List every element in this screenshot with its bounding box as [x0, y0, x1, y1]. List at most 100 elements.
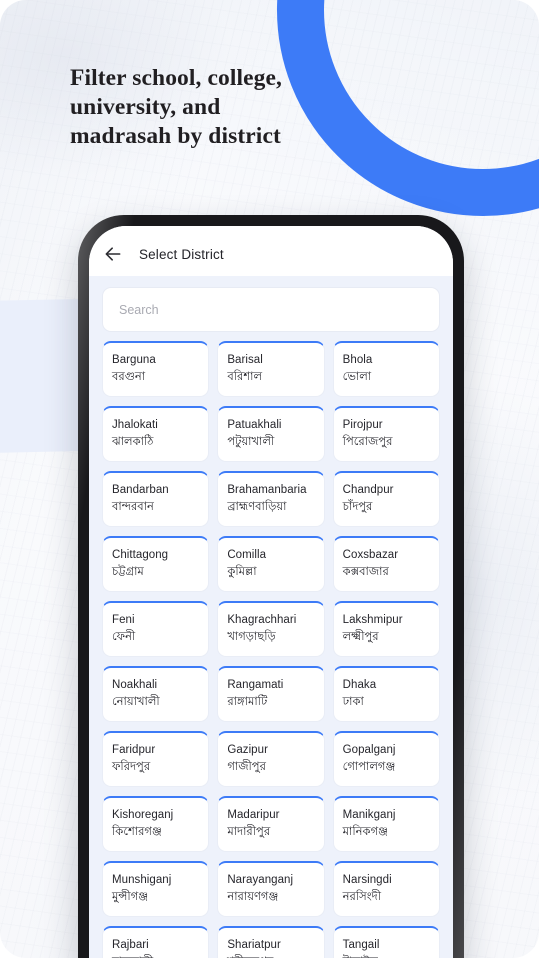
district-name-bn: ভোলা	[342, 371, 372, 383]
promo-poster: Filter school, college, university, and …	[0, 0, 539, 958]
district-card[interactable]: Gazipur গাজীপুর	[217, 731, 325, 787]
district-name-bn: পটুয়াখালী	[227, 436, 275, 448]
district-card[interactable]: Coxsbazar কক্সবাজার	[332, 536, 440, 592]
app-bar: Select District	[89, 226, 453, 276]
district-card[interactable]: Faridpur ফরিদপুর	[102, 731, 210, 787]
district-name-bn: ফরিদপুর	[112, 761, 151, 773]
district-name-en: Barguna	[112, 354, 156, 366]
district-name-bn: টাঙ্গাইল	[343, 953, 430, 958]
district-name-bn: কুমিল্লা	[227, 566, 257, 578]
district-name-en: Narayanganj	[227, 874, 294, 886]
district-card[interactable]: Jhalokati ঝালকাঠি	[102, 406, 210, 462]
district-card[interactable]: Tangail টাঙ্গাইল	[332, 926, 440, 958]
district-name-bn: ব্রাহ্মণবাড়িয়া	[227, 501, 287, 513]
district-card[interactable]: Gopalganj গোপালগঞ্জ	[332, 731, 440, 787]
district-name-en: Madaripur	[227, 809, 280, 821]
district-name-bn: লক্ষ্মীপুর	[342, 631, 379, 643]
district-name-en: Chittagong	[112, 549, 169, 561]
district-card[interactable]: Bhola ভোলা	[332, 341, 440, 397]
district-name-bn: চাঁদপুর	[342, 501, 373, 513]
district-name-en: Jhalokati	[112, 419, 158, 431]
district-name-bn: শরীয়তপুর	[227, 953, 314, 958]
district-name-en: Tangail	[342, 939, 380, 951]
district-name-bn: নোয়াখালী	[112, 696, 160, 708]
district-name-en: Narsingdi	[342, 874, 392, 886]
district-name-en: Rangamati	[227, 679, 284, 691]
district-name-bn: গাজীপুর	[227, 761, 266, 773]
district-card[interactable]: Comilla কুমিল্লা	[217, 536, 325, 592]
district-name-en: Lakshmipur	[342, 614, 403, 626]
district-card[interactable]: Bandarban বান্দরবান	[102, 471, 210, 527]
district-name-bn: খাগড়াছড়ি	[227, 631, 276, 643]
district-card[interactable]: Rajbari রাজবাড়ী	[102, 926, 210, 958]
district-name-bn: পিরোজপুর	[342, 436, 393, 448]
district-card[interactable]: Pirojpur পিরোজপুর	[332, 406, 440, 462]
district-name-en: Coxsbazar	[342, 549, 399, 561]
district-card[interactable]: Munshiganj মুন্সীগঞ্জ	[102, 861, 210, 917]
district-name-bn: গোপালগঞ্জ	[342, 761, 396, 773]
district-card[interactable]: Barguna বরগুনা	[102, 341, 210, 397]
district-name-en: Gazipur	[227, 744, 268, 756]
district-name-bn: নরসিংদী	[342, 891, 382, 903]
district-name-en: Patuakhali	[227, 419, 282, 431]
district-name-en: Khagrachhari	[227, 614, 297, 626]
district-name-bn: মাদারীপুর	[227, 826, 271, 838]
district-name-en: Kishoreganj	[112, 809, 174, 821]
district-name-en: Munshiganj	[112, 874, 172, 886]
district-name-en: Shariatpur	[227, 939, 281, 951]
district-name-bn: রাঙ্গামাটি	[227, 696, 268, 708]
district-name-en: Dhaka	[342, 679, 377, 691]
district-card[interactable]: Patuakhali পটুয়াখালী	[217, 406, 325, 462]
district-card[interactable]: Chandpur চাঁদপুর	[332, 471, 440, 527]
district-name-bn: মানিকগঞ্জ	[342, 826, 388, 838]
page-title: Filter school, college, university, and …	[70, 65, 282, 149]
district-name-en: Bandarban	[112, 484, 169, 496]
district-card[interactable]: Narayanganj নারায়ণগঞ্জ	[217, 861, 325, 917]
district-name-en: Gopalganj	[342, 744, 396, 756]
phone-mockup: Select District Barguna বরগুনা Barisal বরিশ…	[78, 215, 464, 958]
phone-screen: Select District Barguna বরগুনা Barisal বরিশ…	[89, 226, 453, 958]
district-card[interactable]: Barisal বরিশাল	[217, 341, 325, 397]
district-card[interactable]: Kishoreganj কিশোরগঞ্জ	[102, 796, 210, 852]
district-grid: Barguna বরগুনা Barisal বরিশাল Bhola ভোলা Jhalo…	[89, 338, 453, 958]
search-container	[89, 276, 453, 338]
district-name-en: Feni	[112, 614, 135, 626]
district-card[interactable]: Brahamanbaria ব্রাহ্মণবাড়িয়া	[217, 471, 325, 527]
district-name-bn: ফেনী	[112, 631, 136, 643]
district-name-bn: নারায়ণগঞ্জ	[227, 891, 279, 903]
district-name-bn: কক্সবাজার	[342, 566, 389, 578]
district-name-en: Manikganj	[342, 809, 396, 821]
district-name-bn: বরগুনা	[112, 371, 146, 383]
district-name-en: Comilla	[227, 549, 267, 561]
district-card[interactable]: Dhaka ঢাকা	[332, 666, 440, 722]
district-name-en: Chandpur	[342, 484, 394, 496]
district-name-en: Bhola	[342, 354, 373, 366]
district-card[interactable]: Narsingdi নরসিংদী	[332, 861, 440, 917]
district-card[interactable]: Shariatpur শরীয়তপুর	[217, 926, 325, 958]
district-name-en: Faridpur	[112, 744, 156, 756]
district-name-en: Noakhali	[112, 679, 158, 691]
district-name-en: Pirojpur	[342, 419, 383, 431]
district-name-bn: চট্টগ্রাম	[112, 566, 144, 578]
district-name-bn: বরিশাল	[227, 371, 263, 383]
district-name-bn: বান্দরবান	[112, 501, 154, 513]
search-input[interactable]	[102, 287, 440, 332]
district-name-bn: ঢাকা	[342, 696, 364, 708]
district-name-bn: ঝালকাঠি	[112, 436, 154, 448]
district-card[interactable]: Chittagong চট্টগ্রাম	[102, 536, 210, 592]
district-card[interactable]: Khagrachhari খাগড়াছড়ি	[217, 601, 325, 657]
district-name-bn: রাজবাড়ী	[112, 953, 199, 958]
district-card[interactable]: Lakshmipur লক্ষ্মীপুর	[332, 601, 440, 657]
app-bar-title: Select District	[139, 246, 224, 262]
district-name-en: Rajbari	[112, 939, 149, 951]
district-card[interactable]: Noakhali নোয়াখালী	[102, 666, 210, 722]
district-name-bn: মুন্সীগঞ্জ	[112, 891, 149, 903]
district-name-en: Barisal	[227, 354, 263, 366]
district-card[interactable]: Manikganj মানিকগঞ্জ	[332, 796, 440, 852]
district-card[interactable]: Rangamati রাঙ্গামাটি	[217, 666, 325, 722]
district-name-en: Brahamanbaria	[227, 484, 307, 496]
district-card[interactable]: Feni ফেনী	[102, 601, 210, 657]
district-card[interactable]: Madaripur মাদারীপুর	[217, 796, 325, 852]
arrow-left-icon[interactable]	[103, 244, 123, 264]
district-name-bn: কিশোরগঞ্জ	[112, 826, 162, 838]
